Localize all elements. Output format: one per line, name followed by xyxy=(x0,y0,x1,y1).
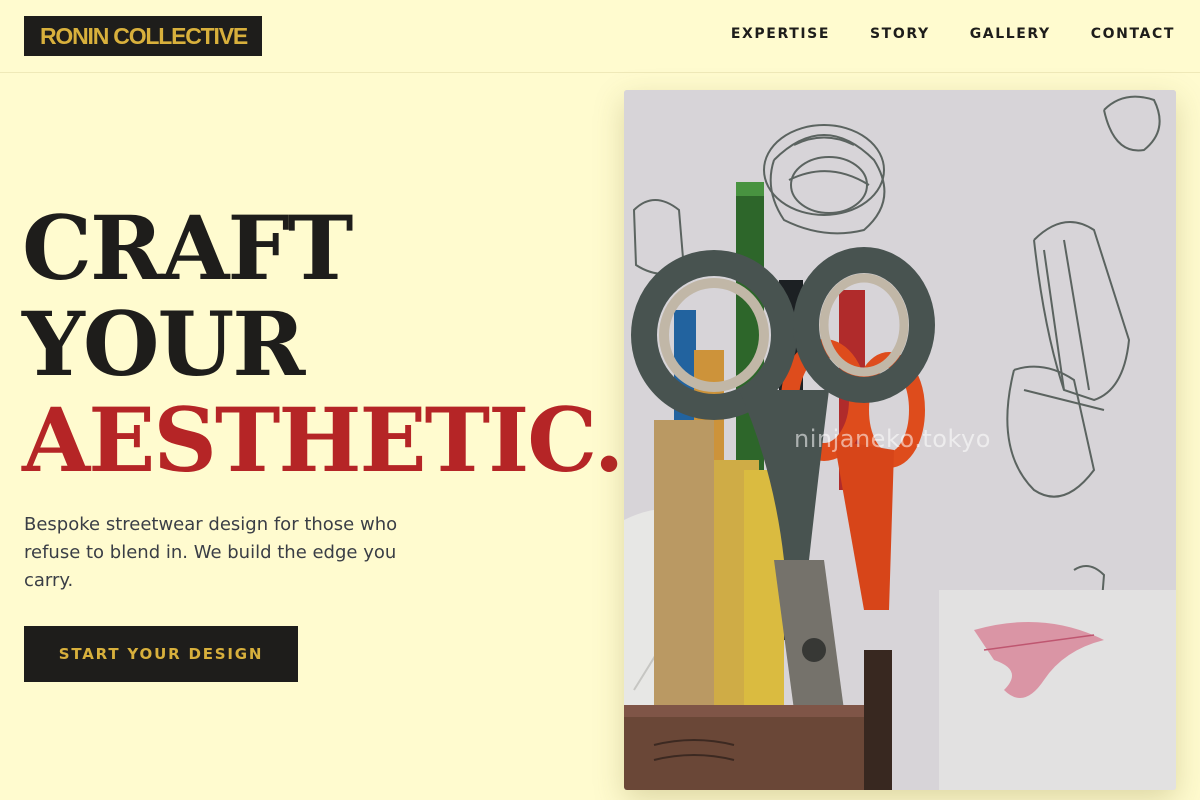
hero-headline: CRAFT YOUR AESTHETIC. xyxy=(22,196,624,492)
nav-link-gallery[interactable]: GALLERY xyxy=(970,26,1051,42)
image-watermark: ninjaneko.tokyo xyxy=(794,425,991,453)
headline-line-craft: CRAFT xyxy=(22,196,353,300)
brand-logo[interactable]: RONIN COLLECTIVE xyxy=(24,16,262,56)
site-header: RONIN COLLECTIVE EXPERTISE STORY GALLERY… xyxy=(0,0,1200,73)
main-nav: EXPERTISE STORY GALLERY CONTACT xyxy=(731,26,1175,42)
hero-image: ninjaneko.tokyo xyxy=(624,90,1176,790)
headline-line-aesthetic: AESTHETIC. xyxy=(22,388,624,492)
nav-link-story[interactable]: STORY xyxy=(870,26,930,42)
hero-subtext: Bespoke streetwear design for those who … xyxy=(24,514,398,591)
headline-line-your: YOUR xyxy=(22,292,305,396)
start-design-button[interactable]: START YOUR DESIGN xyxy=(24,626,298,682)
nav-link-expertise[interactable]: EXPERTISE xyxy=(731,26,830,42)
nav-link-contact[interactable]: CONTACT xyxy=(1091,26,1175,42)
